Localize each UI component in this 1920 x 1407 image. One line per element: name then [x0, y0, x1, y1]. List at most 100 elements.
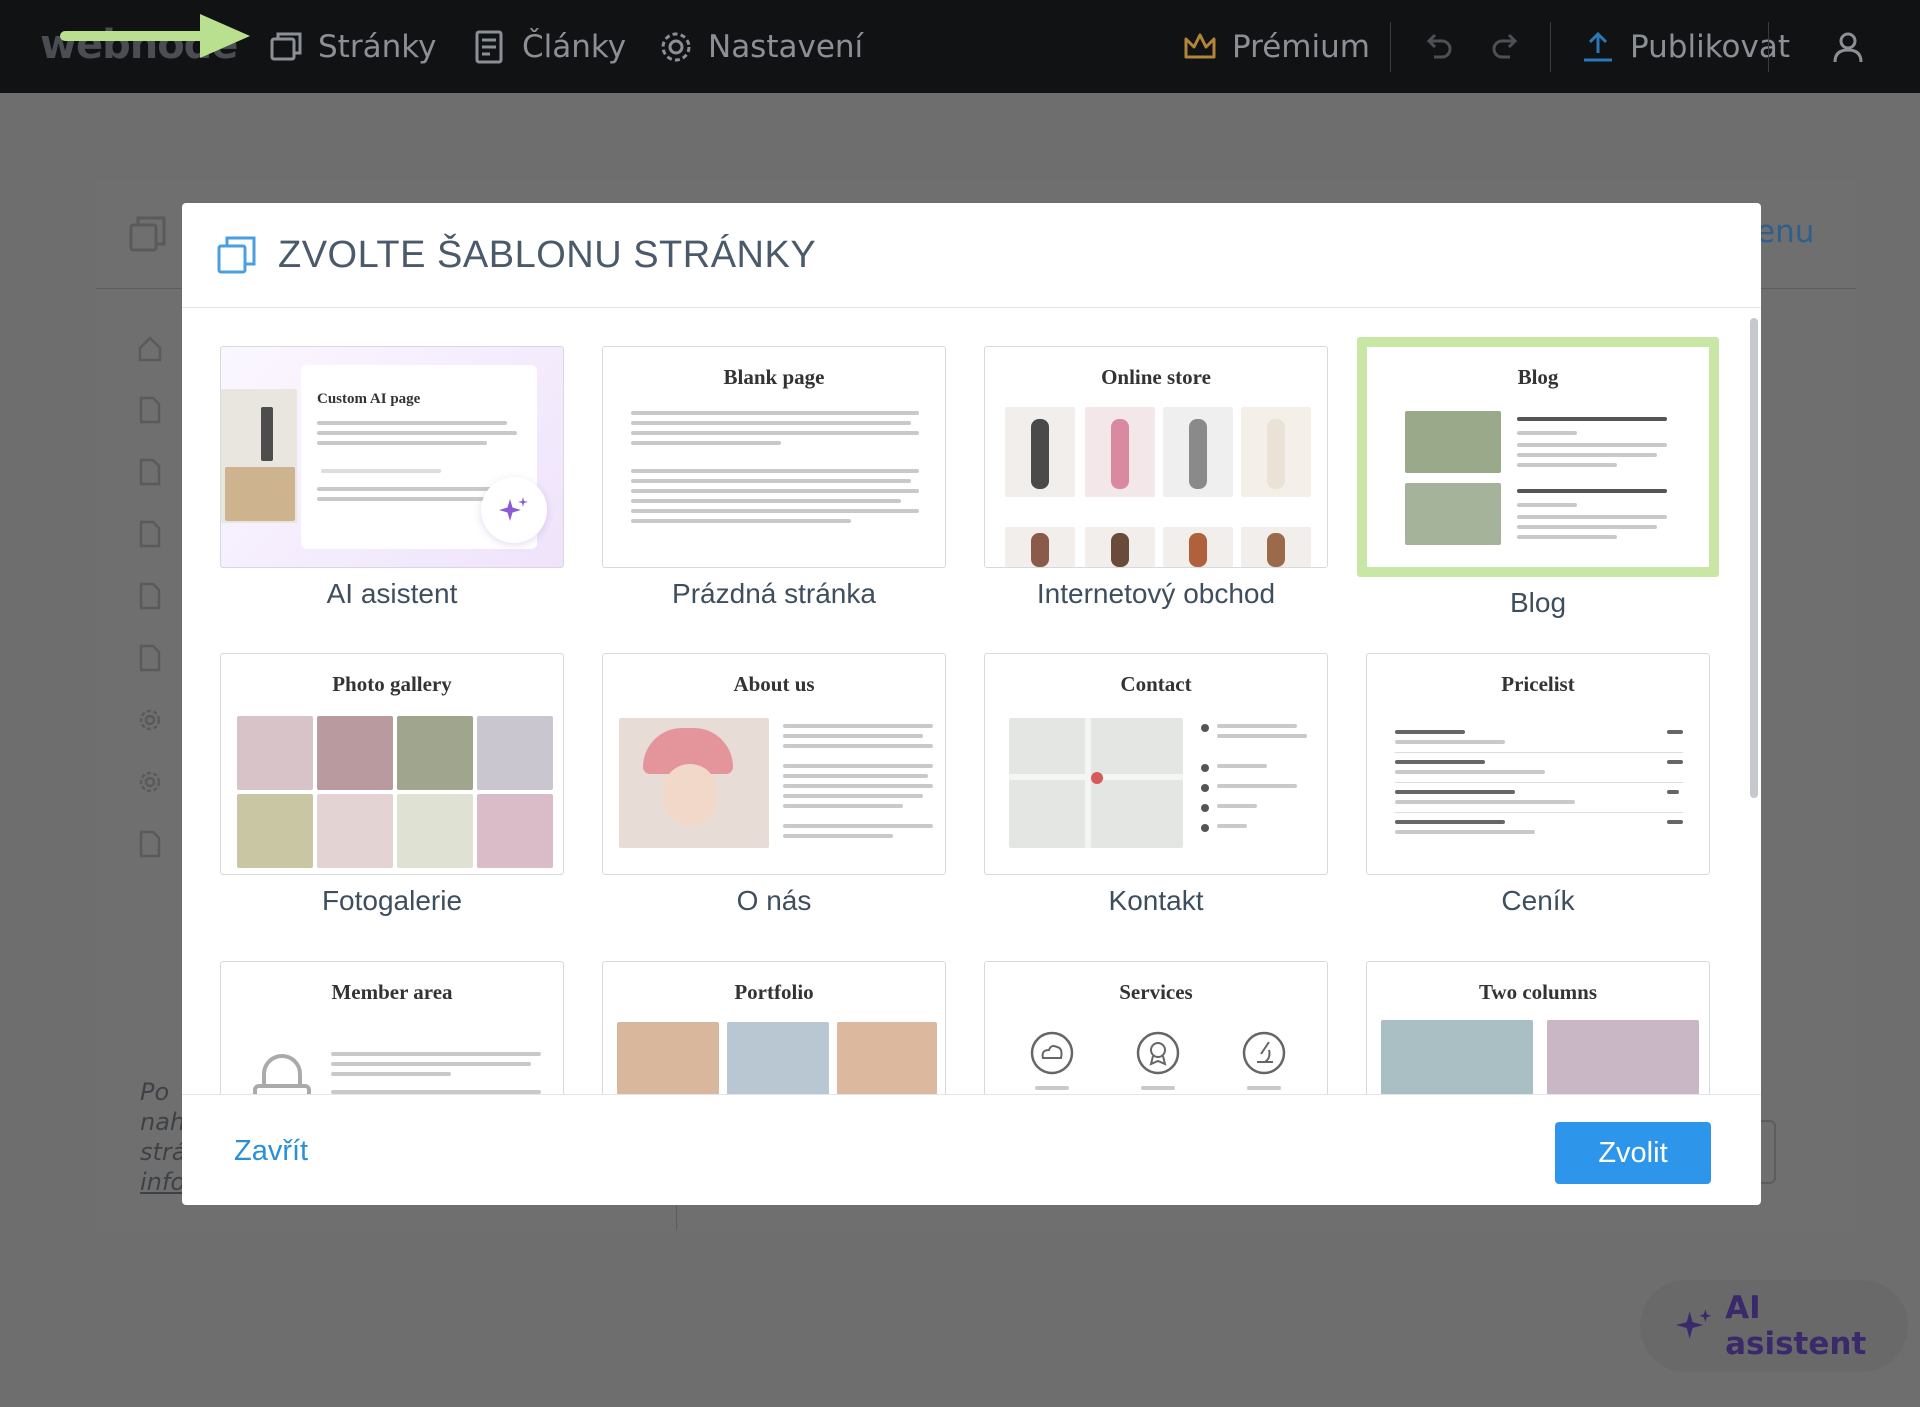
divider	[1768, 22, 1769, 72]
template-ai[interactable]: Custom AI page AI asistent	[220, 346, 564, 610]
articles-icon	[475, 30, 503, 64]
divider	[1550, 22, 1551, 72]
page-icon	[139, 830, 161, 858]
template-thumb-title: Pricelist	[1501, 672, 1575, 696]
gear-icon	[661, 32, 691, 62]
close-link[interactable]: Zavřít	[234, 1135, 308, 1168]
template-thumb-title: Photo gallery	[332, 672, 452, 696]
nav-settings[interactable]: Nastavení	[658, 24, 863, 70]
template-grid: Custom AI page AI asistent Blank page Pr…	[182, 309, 1761, 1094]
undo-button[interactable]	[1420, 24, 1456, 70]
sparkle-icon	[499, 497, 528, 521]
template-thumb-title: Services	[1119, 980, 1193, 1004]
gear-icon	[139, 771, 161, 793]
template-label: AI asistent	[326, 578, 458, 609]
template-thumb-title: About us	[733, 672, 815, 696]
template-label: Prázdná stránka	[672, 578, 876, 609]
nav-pages[interactable]: Stránky	[268, 24, 436, 70]
gear-icon	[139, 709, 161, 731]
page-icon	[139, 396, 161, 424]
template-thumbnail: Blank page	[602, 346, 946, 568]
template-label: Blog	[1509, 587, 1567, 618]
template-services[interactable]: Services	[984, 961, 1328, 1094]
page-icon	[139, 520, 161, 548]
pages-icon	[270, 32, 302, 61]
account-button[interactable]	[1830, 24, 1866, 70]
template-label: Kontakt	[1108, 885, 1204, 916]
info-text-line: nah	[140, 1108, 186, 1136]
template-label: Fotogalerie	[321, 885, 463, 916]
template-thumb-title: Two columns	[1478, 980, 1598, 1004]
modal-footer: Zavřít Zvolit	[182, 1094, 1761, 1205]
microscope-icon	[1242, 1031, 1286, 1075]
template-thumb-title: Contact	[1120, 672, 1192, 696]
template-thumbnail: Blog	[1357, 337, 1719, 577]
template-thumbnail: Services	[984, 961, 1328, 1094]
page-icon	[139, 458, 161, 486]
crown-icon	[1184, 33, 1216, 59]
template-thumbnail: About us	[602, 653, 946, 875]
template-portfolio[interactable]: Portfolio	[602, 961, 946, 1094]
template-thumbnail: Contact	[984, 653, 1328, 875]
redo-icon	[1492, 33, 1518, 59]
template-label: O nás	[736, 885, 812, 916]
nav-articles[interactable]: Články	[472, 24, 626, 70]
info-text-line: strá	[140, 1138, 187, 1166]
info-link[interactable]: info	[140, 1168, 185, 1196]
scrollbar-thumb[interactable]	[1750, 318, 1758, 798]
template-thumb-title: Blank page	[723, 365, 825, 389]
template-blog[interactable]: Blog Blog	[1357, 337, 1719, 619]
template-member-area[interactable]: Member area	[220, 961, 564, 1094]
nav-pages-label: Stránky	[318, 29, 437, 65]
modal-title: ZVOLTE ŠABLONU STRÁNKY	[278, 233, 817, 276]
template-thumbnail: Photo gallery	[220, 653, 564, 875]
divider	[1390, 22, 1391, 72]
template-two-columns[interactable]: Two columns	[1366, 961, 1710, 1094]
template-thumbnail: Portfolio	[602, 961, 946, 1094]
template-blank[interactable]: Blank page Prázdná stránka	[602, 346, 946, 610]
template-thumbnail: Pricelist	[1366, 653, 1710, 875]
award-icon	[1136, 1031, 1180, 1075]
page-icon	[139, 582, 161, 610]
template-online-store[interactable]: Online store Internetový obchod	[984, 346, 1328, 610]
undo-icon	[1426, 33, 1452, 59]
choose-button[interactable]: Zvolit	[1555, 1122, 1711, 1184]
info-text-line: Po	[140, 1078, 170, 1106]
menu-label-fragment: enu	[1756, 214, 1815, 250]
nav-settings-label: Nastavení	[708, 29, 864, 65]
sparkle-icon	[1676, 1309, 1712, 1339]
user-icon	[1833, 32, 1863, 63]
nav-articles-label: Články	[522, 29, 627, 65]
premium-button[interactable]: Prémium	[1182, 24, 1370, 70]
template-contact[interactable]: Contact Kontakt	[984, 653, 1328, 917]
template-pricelist[interactable]: Pricelist Ceník	[1366, 653, 1710, 917]
publish-button[interactable]: Publikovat	[1580, 24, 1790, 70]
template-label: Ceník	[1501, 885, 1575, 916]
template-thumb-title: Portfolio	[734, 980, 814, 1004]
top-bar: webnode Stránky Články Nastavení Prémium…	[0, 0, 1920, 93]
template-thumb-title: Member area	[331, 980, 453, 1004]
ai-assistant-button[interactable]: AI asistent	[1640, 1280, 1908, 1372]
template-thumb-title: Online store	[1101, 365, 1211, 389]
publish-label: Publikovat	[1630, 29, 1791, 65]
template-thumbnail: Custom AI page	[220, 346, 564, 568]
ai-assistant-label: AI asistent	[1725, 1290, 1867, 1362]
pages-icon	[129, 216, 166, 252]
template-label: Internetový obchod	[1036, 578, 1276, 609]
template-picker-modal: ZVOLTE ŠABLONU STRÁNKY Custom AI page AI…	[182, 203, 1761, 1205]
template-photo-gallery[interactable]: Photo gallery Fotogalerie	[220, 653, 564, 917]
modal-header: ZVOLTE ŠABLONU STRÁNKY	[182, 203, 1761, 308]
template-thumb-title: Blog	[1517, 365, 1559, 389]
redo-button[interactable]	[1488, 24, 1524, 70]
premium-label: Prémium	[1232, 29, 1370, 65]
template-thumbnail: Online store	[984, 346, 1328, 568]
home-icon	[138, 336, 162, 362]
lock-icon	[253, 1054, 311, 1094]
pages-icon	[217, 236, 256, 274]
template-about-us[interactable]: About us O nás	[602, 653, 946, 917]
template-thumb-title: Custom AI page	[317, 391, 421, 407]
upload-icon	[1584, 31, 1612, 62]
highlight-arrow-icon	[60, 14, 250, 58]
template-thumbnail: Two columns	[1366, 961, 1710, 1094]
cloud-icon	[1030, 1031, 1074, 1075]
